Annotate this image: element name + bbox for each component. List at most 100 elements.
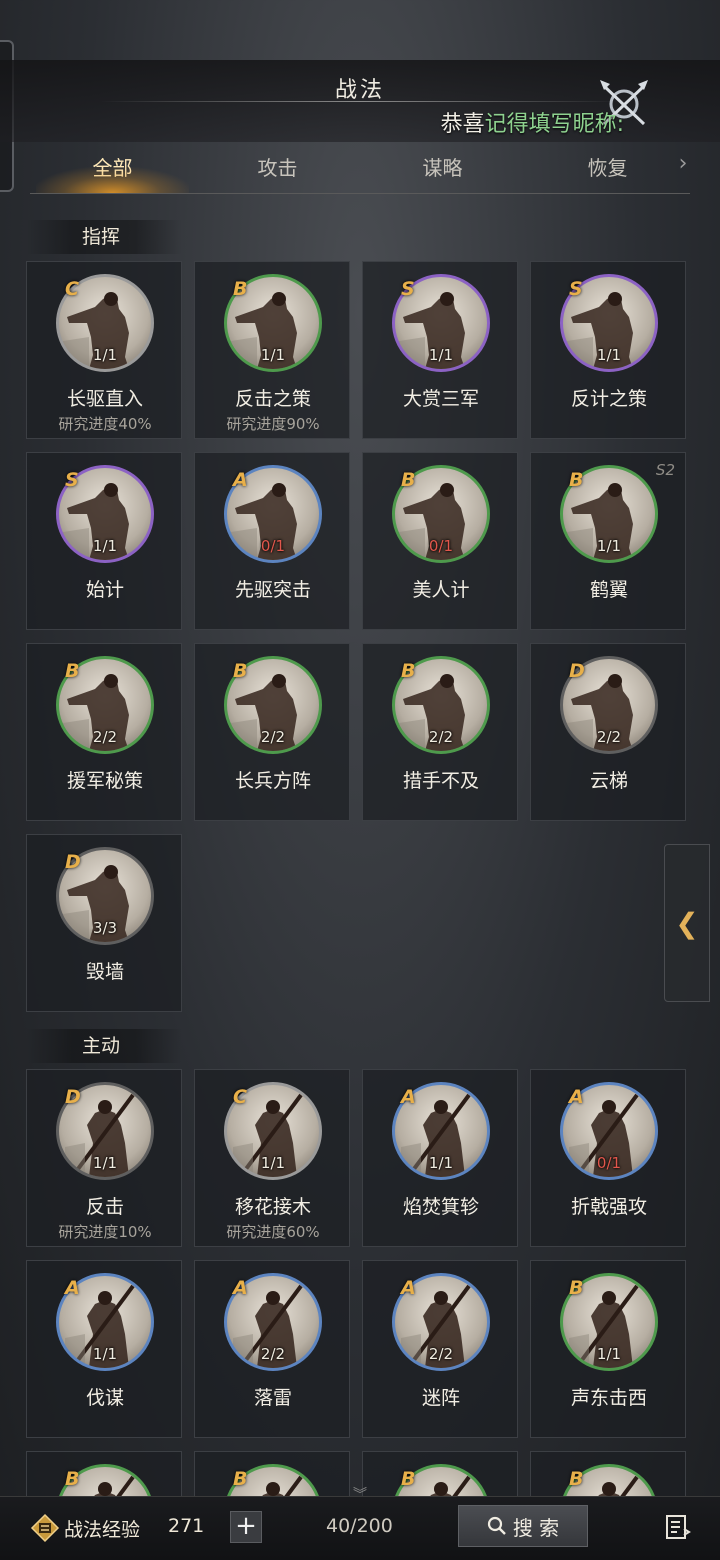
tactic-count: 2/2 (428, 1345, 454, 1363)
tab-attack[interactable]: 攻击 (195, 142, 360, 193)
tactic-grade-badge: B (569, 469, 584, 491)
tactic-grade-badge: A (233, 469, 248, 491)
tactic-card[interactable]: C 1/1 移花接木 研究进度60% (194, 1069, 350, 1247)
tactic-grade-badge: A (401, 1277, 416, 1299)
tactic-card[interactable]: B 1/1 鹤翼 S2 (530, 452, 686, 630)
tactic-count: 0/1 (260, 537, 286, 555)
tactic-name: 大赏三军 (402, 388, 479, 410)
tactic-grade-badge: D (569, 660, 585, 682)
tactic-card[interactable]: A 1/1 伐谋 (26, 1260, 182, 1438)
title-divider (100, 101, 620, 102)
tactic-card[interactable]: S 1/1 反计之策 (530, 261, 686, 439)
tactic-name: 落雷 (253, 1387, 292, 1409)
tactic-card[interactable]: B 0/1 美人计 (362, 452, 518, 630)
tactic-name: 美人计 (412, 579, 470, 601)
tactic-grade-badge: B (401, 660, 416, 682)
search-icon (487, 1516, 506, 1535)
search-button[interactable]: 搜 索 (458, 1505, 588, 1547)
tactic-name: 伐谋 (85, 1387, 124, 1409)
category-tabs: 全部 攻击 谋略 恢复 (30, 142, 690, 194)
tactic-grade-badge: A (65, 1277, 80, 1299)
tactic-research-progress: 研究进度10% (58, 1223, 152, 1241)
tactic-name: 反击 (85, 1196, 124, 1218)
tactic-name: 长兵方阵 (234, 770, 311, 792)
tab-recover[interactable]: 恢复 (525, 142, 690, 193)
tactic-grade-badge: S (569, 278, 583, 300)
tactic-card[interactable]: A 2/2 落雷 (194, 1260, 350, 1438)
tactic-name: 迷阵 (421, 1387, 460, 1409)
exp-label: 战法经验 (64, 1519, 141, 1541)
season-tag: S2 (655, 461, 675, 479)
tactic-count: 1/1 (92, 1345, 118, 1363)
tab-all[interactable]: 全部 (30, 142, 195, 193)
tactic-count: 2/2 (260, 1345, 286, 1363)
tactic-card[interactable]: D 2/2 云梯 (530, 643, 686, 821)
tactic-name: 措手不及 (402, 770, 479, 792)
tactic-grade-badge: D (65, 1086, 81, 1108)
tactic-card[interactable]: B 2/2 措手不及 (362, 643, 518, 821)
tactic-grade-badge: B (65, 1468, 80, 1490)
tactic-name: 云梯 (589, 770, 628, 792)
tactic-card[interactable]: D 3/3 毁墙 (26, 834, 182, 1012)
tactic-card[interactable]: B 2/2 长兵方阵 (194, 643, 350, 821)
tactic-name: 先驱突击 (234, 579, 311, 601)
tactic-card[interactable]: D 1/1 反击研究进度10% (26, 1069, 182, 1247)
tactic-grade-badge: B (569, 1277, 584, 1299)
tactic-card[interactable]: B 1/1 反击之策 研究进度90% (194, 261, 350, 439)
tactic-card[interactable]: A 1/1 焰焚箕轸 (362, 1069, 518, 1247)
tactic-grade-badge: S (401, 278, 415, 300)
tactic-count: 1/1 (92, 1154, 118, 1172)
tactic-name: 援军秘策 (66, 770, 143, 792)
notice-prefix: 恭喜 (440, 112, 485, 137)
scroll-down-indicator-icon: ︾ (353, 1487, 367, 1503)
tactic-count: 2/2 (92, 728, 118, 746)
tactic-count: 1/1 (428, 1154, 454, 1172)
tactic-count: 2/2 (596, 728, 622, 746)
tactic-name: 反计之策 (570, 388, 647, 410)
tactic-card[interactable]: A 0/1 先驱突击 (194, 452, 350, 630)
tactic-name: 反击之策 (234, 388, 311, 410)
tactic-name: 折戟强攻 (570, 1196, 647, 1218)
tactic-card[interactable]: A 0/1 折戟强攻 (530, 1069, 686, 1247)
tactic-count: 2/2 (260, 728, 286, 746)
tactic-grade-badge: B (569, 1468, 584, 1490)
search-label: 搜 索 (512, 1515, 560, 1540)
tactic-card[interactable]: C 1/1 长驱直入 研究进度40% (26, 261, 182, 439)
tactic-card[interactable]: S 1/1 始计 (26, 452, 182, 630)
tactic-name: 长驱直入 (66, 388, 143, 410)
tactic-research-progress: 研究进度90% (226, 415, 320, 433)
tactic-count: 1/1 (428, 346, 454, 364)
exp-value: 271 (168, 1515, 205, 1537)
section-label-active: 主动 (26, 1029, 182, 1063)
tactic-count: 1/1 (596, 346, 622, 364)
tactic-research-progress: 研究进度60% (226, 1223, 320, 1241)
tactic-grade-badge: S (65, 469, 79, 491)
tactic-grade-badge: A (401, 1086, 416, 1108)
side-panel-collapse-button[interactable]: ❮ (664, 844, 710, 1002)
tactic-grade-badge: A (233, 1277, 248, 1299)
tactic-grade-badge: B (401, 1468, 416, 1490)
tactic-count: 1/1 (596, 1345, 622, 1363)
tactic-count: 1/1 (596, 537, 622, 555)
tactic-grade-badge: B (233, 1468, 248, 1490)
tactic-card[interactable]: A 2/2 迷阵 (362, 1260, 518, 1438)
tactic-name: 始计 (85, 579, 124, 601)
tactics-exp-icon (30, 1513, 60, 1543)
add-exp-button[interactable]: + (230, 1511, 262, 1543)
bottom-toolbar: 战法经验 271 + 40/200 搜 索 (0, 1496, 720, 1560)
tactic-grade-badge: C (233, 1086, 247, 1108)
tactic-count: 0/1 (428, 537, 454, 555)
tab-strategy[interactable]: 谋略 (360, 142, 525, 193)
tactic-card[interactable]: S 1/1 大赏三军 (362, 261, 518, 439)
list-exit-icon[interactable] (664, 1513, 692, 1541)
tab-scroll-right-icon[interactable]: › (676, 148, 690, 178)
tactic-count: 1/1 (260, 346, 286, 364)
tactic-name: 移花接木 (234, 1196, 311, 1218)
tactic-card[interactable]: B 2/2 援军秘策 (26, 643, 182, 821)
tactic-grade-badge: D (65, 851, 81, 873)
tactic-grade-badge: C (65, 278, 79, 300)
tactic-name: 声东击西 (570, 1387, 647, 1409)
tactic-name: 焰焚箕轸 (402, 1196, 479, 1218)
tactic-count: 1/1 (92, 346, 118, 364)
tactic-card[interactable]: B 1/1 声东击西 (530, 1260, 686, 1438)
